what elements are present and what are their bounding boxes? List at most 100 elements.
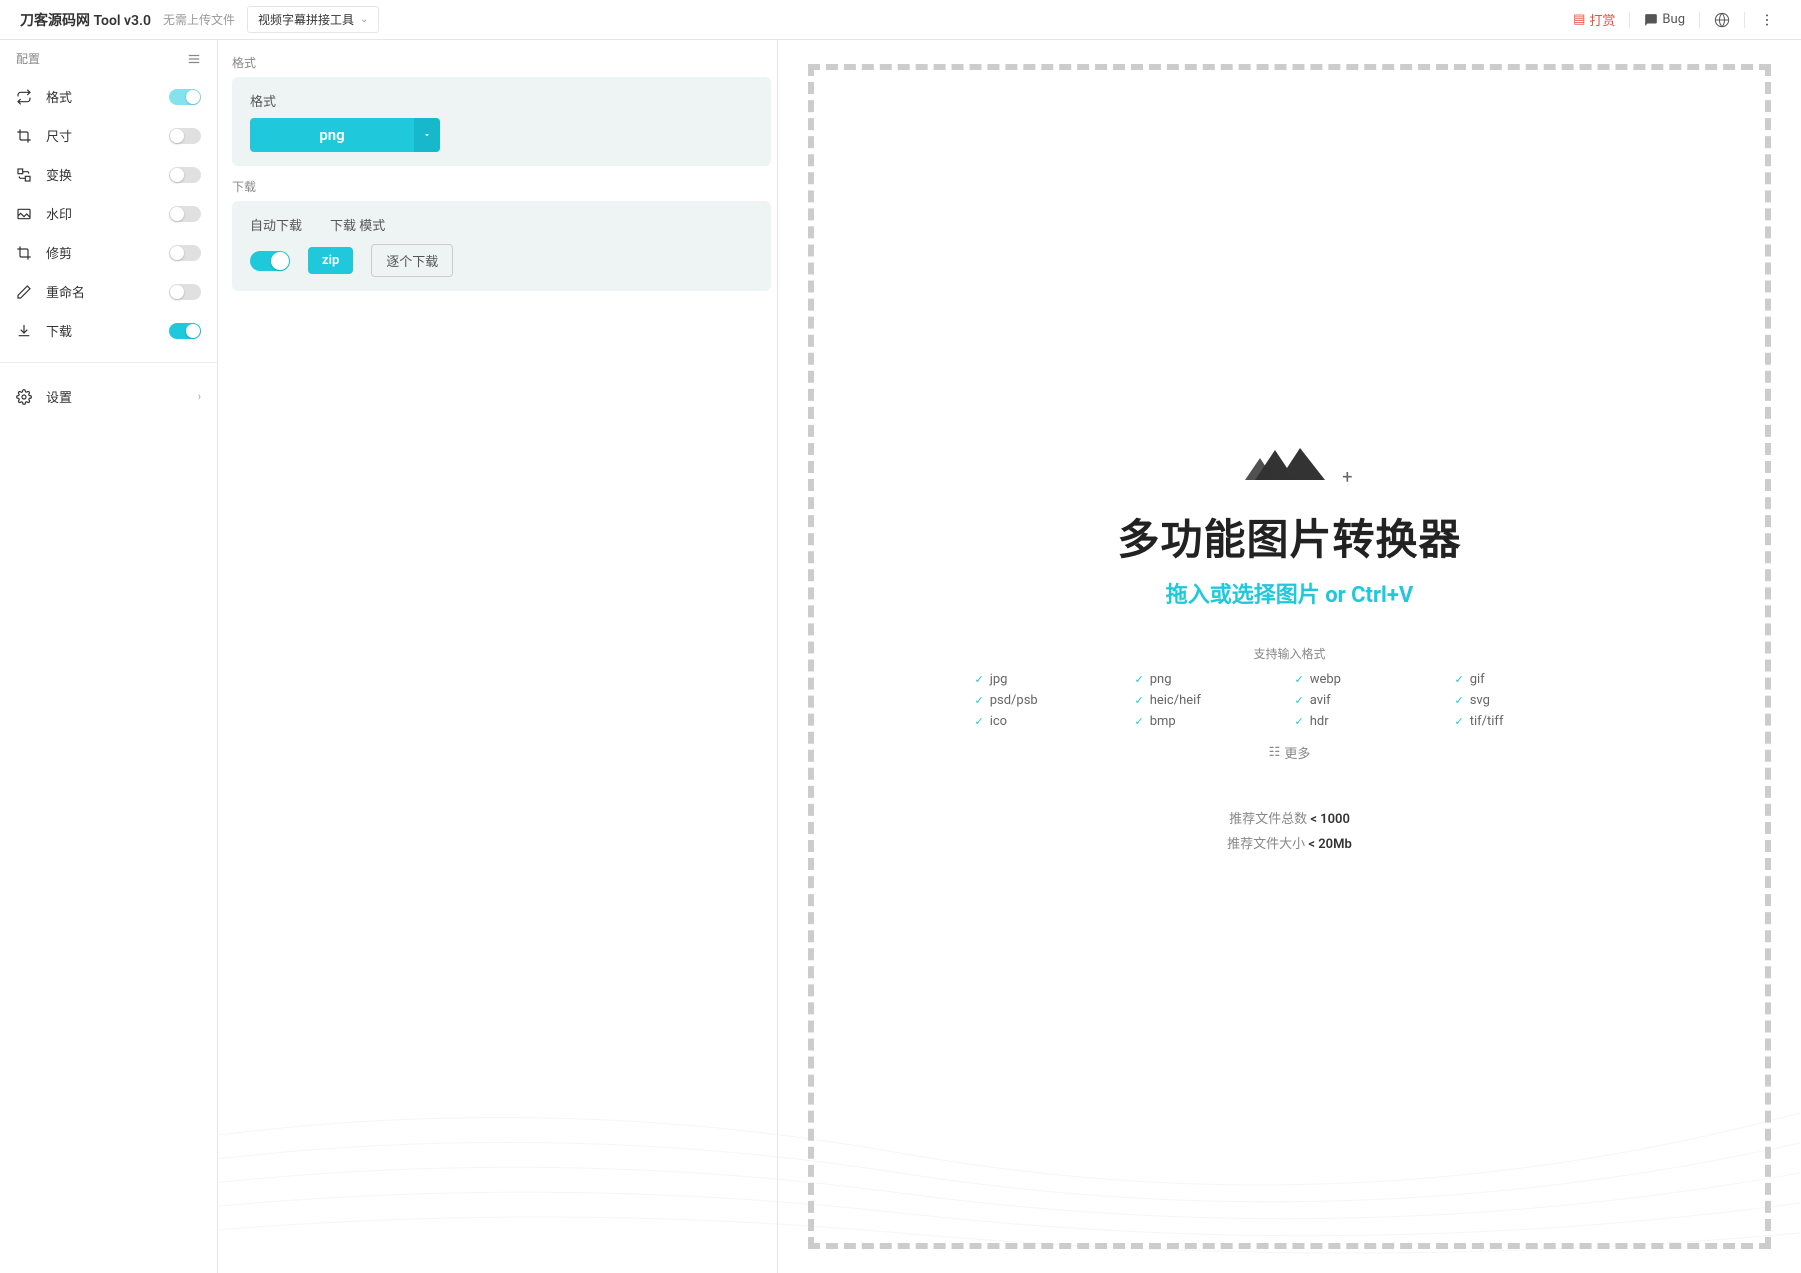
image-placeholder-icon: + [1245,430,1335,486]
app-title: 刀客源码网 Tool v3.0 [20,10,151,30]
formats-grid: ✓jpg ✓png ✓webp ✓gif ✓psd/psb ✓heic/heif… [975,672,1605,729]
app-subtitle: 无需上传文件 [163,11,235,28]
sidebar: 配置 格式 尺寸 [0,40,218,1273]
sidebar-item-label: 下载 [46,321,72,340]
download-icon [16,323,32,339]
more-vert-icon [1759,12,1775,28]
toggle-watermark[interactable] [169,206,201,222]
toggle-size[interactable] [169,128,201,144]
toggle-transform[interactable] [169,167,201,183]
format-section-label: 格式 [232,54,771,71]
sidebar-header-label: 配置 [16,50,40,67]
sidebar-item-size[interactable]: 尺寸 [0,116,217,155]
check-icon: ✓ [975,694,984,707]
coin-icon: ▤ [1573,12,1585,27]
sidebar-item-label: 尺寸 [46,126,72,145]
bug-label: Bug [1662,12,1685,27]
sidebar-item-label: 格式 [46,87,72,106]
toggle-format[interactable] [169,89,201,105]
language-button[interactable] [1708,6,1736,34]
zip-button[interactable]: zip [308,247,353,274]
check-icon: ✓ [1135,694,1144,707]
check-icon: ✓ [1295,673,1304,686]
chat-icon [1644,13,1658,27]
chevron-right-icon: › [198,390,201,403]
format-select[interactable]: png [250,118,440,152]
tip-button[interactable]: ▤ 打赏 [1567,6,1621,33]
drop-title: 多功能图片转换器 [1117,506,1461,567]
chevron-down-icon: ⌄ [360,14,368,25]
auto-download-label: 自动下载 [250,215,302,234]
drop-subtitle: 拖入或选择图片 or Ctrl+V [1166,577,1414,609]
trim-icon [16,245,32,261]
tool-selector[interactable]: 视频字幕拼接工具 ⌄ [247,6,379,33]
format-item: ✓jpg [975,672,1125,687]
format-card-label: 格式 [250,91,753,110]
format-card: 格式 png [232,77,771,166]
divider [1744,12,1745,28]
globe-icon [1714,12,1730,28]
format-item: ✓png [1135,672,1285,687]
tip-label: 打赏 [1589,10,1615,29]
check-icon: ✓ [1135,715,1144,728]
check-icon: ✓ [1135,673,1144,686]
formats-header: 支持输入格式 [1253,645,1325,662]
sidebar-header: 配置 [0,40,217,77]
check-icon: ✓ [1295,694,1304,707]
toggle-download[interactable] [169,323,201,339]
check-icon: ✓ [1455,694,1464,707]
toggle-auto-download[interactable] [250,251,290,271]
format-item: ✓hdr [1295,714,1445,729]
more-formats-link[interactable]: ☷ 更多 [1269,743,1311,762]
sidebar-item-trim[interactable]: 修剪 [0,233,217,272]
rename-icon [16,284,32,300]
app-header: 刀客源码网 Tool v3.0 无需上传文件 视频字幕拼接工具 ⌄ ▤ 打赏 B… [0,0,1801,40]
sidebar-item-label: 变换 [46,165,72,184]
tool-selector-label: 视频字幕拼接工具 [258,11,354,28]
more-menu-button[interactable] [1753,6,1781,34]
config-panel: 格式 格式 png 下载 自动下载 下载 模式 zip 逐个下载 [218,40,778,1273]
toggle-rename[interactable] [169,284,201,300]
format-item: ✓heic/heif [1135,693,1285,708]
check-icon: ✓ [1455,715,1464,728]
sidebar-item-watermark[interactable]: 水印 [0,194,217,233]
format-item: ✓webp [1295,672,1445,687]
check-icon: ✓ [975,715,984,728]
individual-download-button[interactable]: 逐个下载 [371,244,453,277]
sidebar-item-transform[interactable]: 变换 [0,155,217,194]
divider [0,362,217,363]
plus-icon: + [1342,467,1352,488]
sidebar-item-label: 修剪 [46,243,72,262]
divider [1629,12,1630,28]
toggle-trim[interactable] [169,245,201,261]
format-item: ✓avif [1295,693,1445,708]
chevron-down-icon [414,118,440,152]
format-item: ✓psd/psb [975,693,1125,708]
check-icon: ✓ [1455,673,1464,686]
recommended-size: 推荐文件大小 < 20Mb [1227,833,1352,852]
sidebar-item-label: 水印 [46,204,72,223]
main-area: + 多功能图片转换器 拖入或选择图片 or Ctrl+V 支持输入格式 ✓jpg… [778,40,1801,1273]
divider [1699,12,1700,28]
settings-label: 设置 [46,387,72,406]
format-item: ✓svg [1455,693,1605,708]
check-icon: ✓ [975,673,984,686]
format-item: ✓gif [1455,672,1605,687]
sidebar-settings[interactable]: 设置 › [0,375,217,418]
download-mode-label: 下载 模式 [330,215,385,234]
gear-icon [16,389,32,405]
transform-icon [16,167,32,183]
sidebar-item-format[interactable]: 格式 [0,77,217,116]
bug-button[interactable]: Bug [1638,8,1691,31]
format-item: ✓tif/tiff [1455,714,1605,729]
recommended-count: 推荐文件总数 < 1000 [1229,808,1350,827]
sidebar-item-rename[interactable]: 重命名 [0,272,217,311]
format-item: ✓ico [975,714,1125,729]
dropzone[interactable]: + 多功能图片转换器 拖入或选择图片 or Ctrl+V 支持输入格式 ✓jpg… [808,64,1771,1249]
format-item: ✓bmp [1135,714,1285,729]
expand-icon: ☷ [1269,745,1281,760]
sidebar-item-label: 重命名 [46,282,85,301]
menu-icon[interactable] [187,52,201,66]
sidebar-item-download[interactable]: 下载 [0,311,217,350]
download-section-label: 下载 [232,178,771,195]
